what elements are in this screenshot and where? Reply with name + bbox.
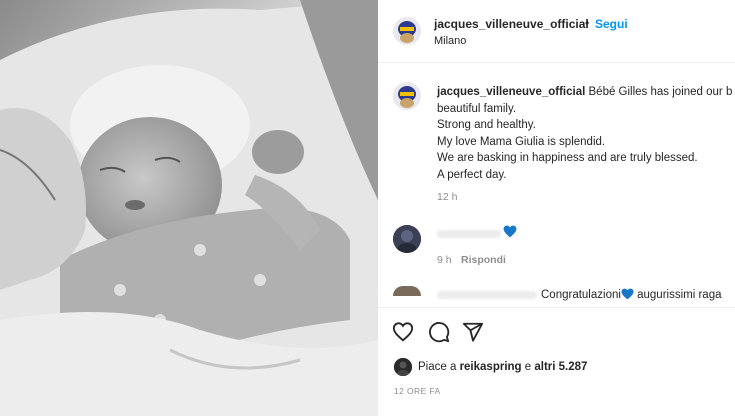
commenter-avatar[interactable] [393, 225, 421, 253]
author-username[interactable]: jacques_villeneuve_official [434, 17, 589, 31]
comment-icon[interactable] [428, 321, 450, 343]
caption-author-avatar[interactable] [393, 82, 421, 110]
caption-line: A perfect day. [437, 168, 507, 181]
caption-line: beautiful family. [437, 102, 517, 115]
caption-line: Strong and healthy. [437, 119, 536, 131]
helmet-avatar-icon [393, 17, 421, 45]
blue-heart-icon [503, 225, 517, 238]
liker-avatar[interactable] [394, 358, 412, 376]
caption-line: Bébé Gilles has joined our b [588, 86, 733, 98]
caption-line: My love Mama Giulia is splendid. [437, 135, 606, 148]
reply-button[interactable]: Rispondi [461, 254, 506, 266]
post-caption: jacques_villeneuve_official Bébé Gilles … [437, 84, 735, 183]
likes-count[interactable]: altri 5.287 [534, 361, 587, 373]
caption-username[interactable]: jacques_villeneuve_official [437, 86, 585, 98]
follow-button[interactable]: Segui [595, 17, 628, 31]
separator-dot: • [585, 16, 590, 30]
post-photo[interactable] [0, 0, 378, 416]
likes-summary[interactable]: Piace a reikaspring e altri 5.287 [418, 361, 587, 373]
comment-timestamp: 9 h [437, 254, 452, 266]
post-date[interactable]: 12 ORE FA [394, 386, 441, 396]
likes-middle: e [521, 361, 535, 373]
header-divider [378, 62, 735, 63]
post-details-panel: jacques_villeneuve_official • Segui Mila… [378, 0, 735, 416]
caption-timestamp: 12 h [437, 191, 458, 203]
newborn-baby-photo [0, 0, 378, 416]
author-avatar[interactable] [393, 17, 421, 45]
commenter-username-redacted [437, 230, 501, 238]
post-location[interactable]: Milano [434, 35, 466, 47]
heart-outline-icon[interactable] [392, 321, 414, 343]
likes-prefix: Piace a [418, 361, 460, 373]
comment-text: Congratulazioni augurissimi raga [541, 288, 722, 301]
actions-divider [378, 307, 735, 308]
share-icon[interactable] [462, 321, 484, 343]
blue-heart-icon [621, 288, 634, 300]
user-avatar-icon [394, 358, 412, 376]
liker-username[interactable]: reikaspring [460, 361, 522, 373]
user-avatar-icon [393, 225, 421, 253]
comment-text-part: Congratulazioni [541, 289, 621, 301]
commenter-avatar[interactable] [393, 286, 421, 296]
commenter-username-redacted [437, 291, 537, 299]
caption-line: We are basking in happiness and are trul… [437, 152, 698, 164]
helmet-avatar-icon [393, 82, 421, 110]
comment-text-part: augurissimi raga [633, 289, 722, 301]
